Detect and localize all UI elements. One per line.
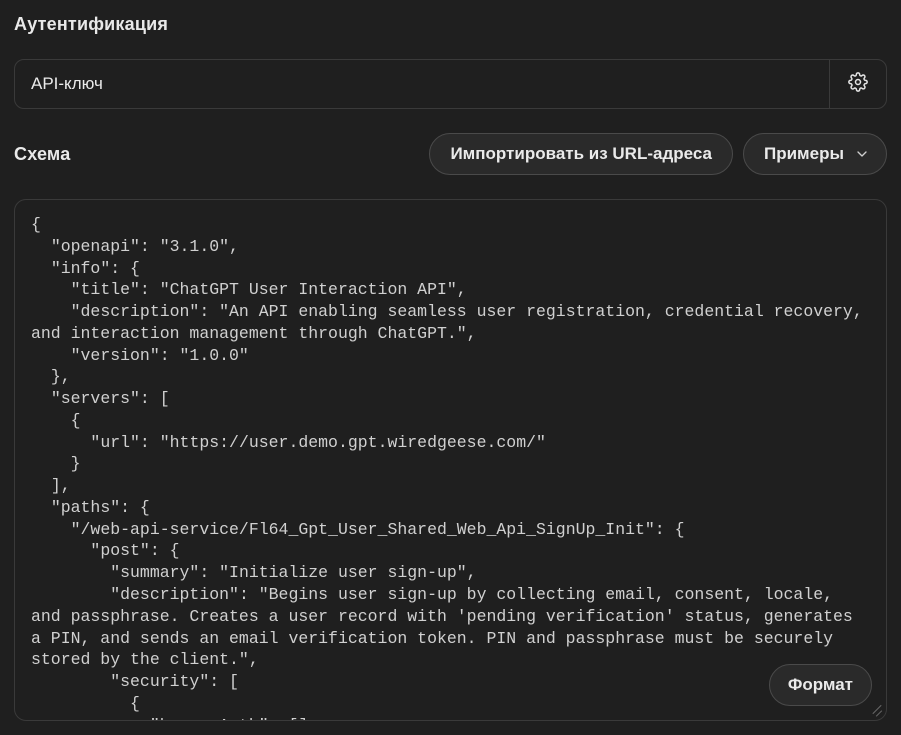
import-from-url-button[interactable]: Импортировать из URL-адреса	[429, 133, 733, 175]
gear-icon	[848, 72, 868, 97]
auth-method-select[interactable]: API-ключ	[15, 60, 829, 108]
format-button[interactable]: Формат	[769, 664, 872, 706]
schema-editor: { "openapi": "3.1.0", "info": { "title":…	[14, 199, 887, 721]
schema-code-textarea[interactable]: { "openapi": "3.1.0", "info": { "title":…	[31, 214, 870, 720]
auth-settings-button[interactable]	[829, 60, 886, 108]
schema-editor-scroll[interactable]: { "openapi": "3.1.0", "info": { "title":…	[15, 200, 886, 720]
chevron-down-icon	[854, 146, 870, 162]
auth-row: API-ключ	[14, 59, 887, 109]
examples-select-label: Примеры	[764, 144, 844, 164]
examples-select[interactable]: Примеры	[743, 133, 887, 175]
schema-section-title: Схема	[14, 144, 70, 165]
schema-header: Схема Импортировать из URL-адреса Пример…	[14, 133, 887, 175]
auth-section-title: Аутентификация	[14, 14, 887, 35]
